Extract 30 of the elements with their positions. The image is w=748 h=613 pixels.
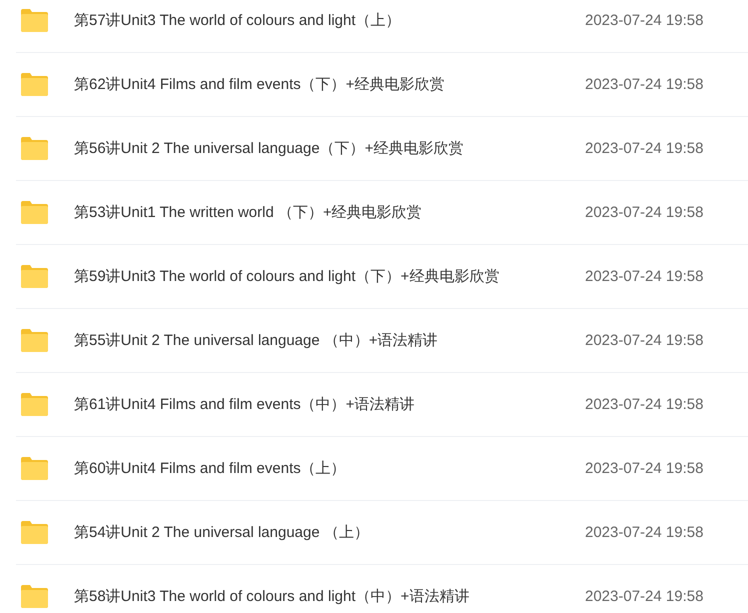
- file-name[interactable]: 第61讲Unit4 Films and film events（中）+语法精讲: [74, 395, 585, 414]
- folder-icon: [19, 328, 49, 353]
- modified-date: 2023-07-24 19:58: [585, 204, 704, 221]
- file-name[interactable]: 第57讲Unit3 The world of colours and light（上）: [74, 11, 585, 30]
- file-name[interactable]: 第60讲Unit4 Films and film events（上）: [74, 459, 585, 478]
- modified-date: 2023-07-24 19:58: [585, 140, 704, 157]
- file-name[interactable]: 第53讲Unit1 The written world （下）+经典电影欣赏: [74, 203, 585, 222]
- modified-date: 2023-07-24 19:58: [585, 12, 704, 29]
- modified-date: 2023-07-24 19:58: [585, 524, 704, 541]
- folder-icon: [19, 584, 49, 609]
- folder-icon: [19, 456, 49, 481]
- folder-icon: [19, 520, 49, 545]
- file-name[interactable]: 第56讲Unit 2 The universal language（下）+经典电影欣赏: [74, 139, 585, 158]
- modified-date: 2023-07-24 19:58: [585, 268, 704, 285]
- modified-date: 2023-07-24 19:58: [585, 588, 704, 605]
- modified-date: 2023-07-24 19:58: [585, 76, 704, 93]
- file-name[interactable]: 第54讲Unit 2 The universal language （上）: [74, 523, 585, 542]
- folder-icon: [19, 264, 49, 289]
- folder-icon: [19, 8, 49, 33]
- folder-icon: [19, 392, 49, 417]
- modified-date: 2023-07-24 19:58: [585, 460, 704, 477]
- file-name[interactable]: 第55讲Unit 2 The universal language （中）+语法精讲: [74, 331, 585, 350]
- modified-date: 2023-07-24 19:58: [585, 332, 704, 349]
- file-name[interactable]: 第62讲Unit4 Films and film events（下）+经典电影欣赏: [74, 75, 585, 94]
- folder-icon: [19, 136, 49, 161]
- file-name[interactable]: 第58讲Unit3 The world of colours and light（中）+语法精讲: [74, 587, 585, 606]
- folder-icon: [19, 200, 49, 225]
- folder-icon: [19, 72, 49, 97]
- modified-date: 2023-07-24 19:58: [585, 396, 704, 413]
- file-name[interactable]: 第59讲Unit3 The world of colours and light（下）+经典电影欣赏: [74, 267, 585, 286]
